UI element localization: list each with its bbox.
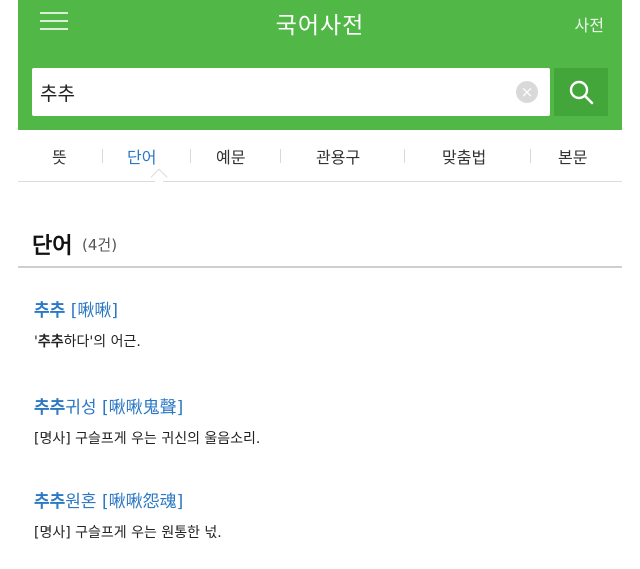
tab-example[interactable]: 예문 bbox=[216, 144, 245, 168]
entry-definition: '추추하다'의 어근. bbox=[34, 331, 141, 351]
entry-suffix: 귀성 bbox=[65, 398, 97, 418]
list-item: 추추귀성 [啾啾鬼聲] [명사] 구슬프게 우는 귀신의 울음소리. bbox=[34, 393, 260, 448]
search-tabs: 뜻 단어 예문 관용구 맞춤법 본문 bbox=[18, 130, 622, 186]
tab-divider bbox=[404, 149, 405, 163]
search-box: × bbox=[32, 68, 550, 116]
definition-text: 하다'의 어근. bbox=[63, 334, 141, 350]
entry-hanja: [啾啾] bbox=[70, 301, 118, 321]
entry-hanja: [啾啾鬼聲] bbox=[101, 398, 184, 418]
tab-spelling[interactable]: 맞춤법 bbox=[442, 144, 486, 168]
dictionary-link[interactable]: 사전 bbox=[575, 12, 604, 36]
tab-divider bbox=[102, 149, 103, 163]
entry-headword-link[interactable]: 추추귀성 [啾啾鬼聲] bbox=[34, 393, 260, 418]
entry-headword: 추추 bbox=[34, 398, 66, 418]
active-tab-pointer bbox=[150, 168, 168, 186]
definition-text: [명사] 구슬프게 우는 귀신의 울음소리. bbox=[34, 431, 261, 447]
tab-body[interactable]: 본문 bbox=[558, 144, 587, 168]
app-title: 국어사전 bbox=[275, 13, 365, 39]
section-divider bbox=[18, 266, 622, 268]
entry-headword: 추추 bbox=[34, 492, 66, 512]
list-item: 추추 [啾啾] '추추하다'의 어근. bbox=[34, 296, 141, 351]
tab-idiom[interactable]: 관용구 bbox=[316, 144, 360, 168]
clear-x-icon[interactable]: × bbox=[516, 81, 538, 103]
search-button[interactable] bbox=[554, 68, 608, 116]
entry-headword-link[interactable]: 추추원혼 [啾啾怨魂] bbox=[34, 487, 222, 512]
tab-meaning[interactable]: 뜻 bbox=[52, 144, 67, 168]
definition-highlight: 추추 bbox=[37, 334, 64, 350]
search-input[interactable] bbox=[40, 68, 500, 116]
entry-hanja: [啾啾怨魂] bbox=[101, 492, 184, 512]
result-count: (4건) bbox=[82, 236, 118, 254]
magnifier-icon bbox=[569, 80, 594, 105]
definition-text: [명사] 구슬프게 우는 원통한 넋. bbox=[34, 525, 222, 541]
entry-headword: 추추 bbox=[34, 301, 66, 321]
tab-divider bbox=[190, 149, 191, 163]
tab-divider bbox=[530, 149, 531, 163]
app-header: 국어사전 사전 × bbox=[18, 0, 622, 130]
top-bar: 국어사전 사전 bbox=[18, 0, 622, 50]
entry-definition: [명사] 구슬프게 우는 원통한 넋. bbox=[34, 522, 222, 542]
list-item: 추추원혼 [啾啾怨魂] [명사] 구슬프게 우는 원통한 넋. bbox=[34, 487, 222, 542]
section-title: 단어 bbox=[32, 234, 73, 259]
entry-headword-link[interactable]: 추추 [啾啾] bbox=[34, 296, 141, 321]
entry-suffix: 원혼 bbox=[65, 492, 97, 512]
tab-divider bbox=[280, 149, 281, 163]
tab-word[interactable]: 단어 bbox=[127, 144, 156, 168]
entry-definition: [명사] 구슬프게 우는 귀신의 울음소리. bbox=[34, 428, 260, 448]
